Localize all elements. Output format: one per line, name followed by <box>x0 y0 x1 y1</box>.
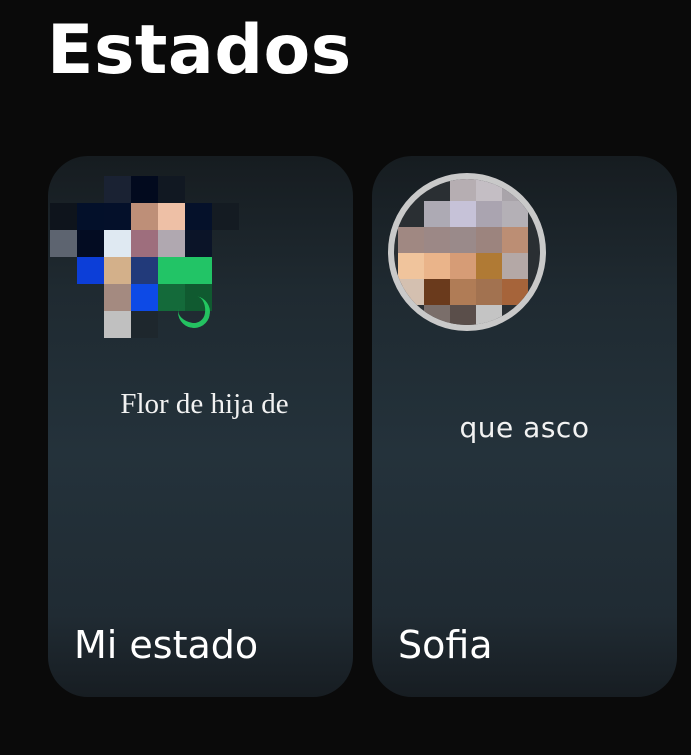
page-title: Estados <box>47 11 352 90</box>
status-owner-label: Sofia <box>398 623 493 667</box>
my-status-card[interactable]: Flor de hija de Mi estado <box>48 156 353 697</box>
status-text: Flor de hija de <box>120 388 289 420</box>
status-text: que asco <box>459 411 590 444</box>
pixelated-avatar-icon <box>388 173 546 331</box>
contact-status-card-sofia[interactable]: que asco Sofia <box>372 156 677 697</box>
status-owner-label: Mi estado <box>74 623 259 667</box>
pixelated-avatar-icon <box>50 176 240 338</box>
